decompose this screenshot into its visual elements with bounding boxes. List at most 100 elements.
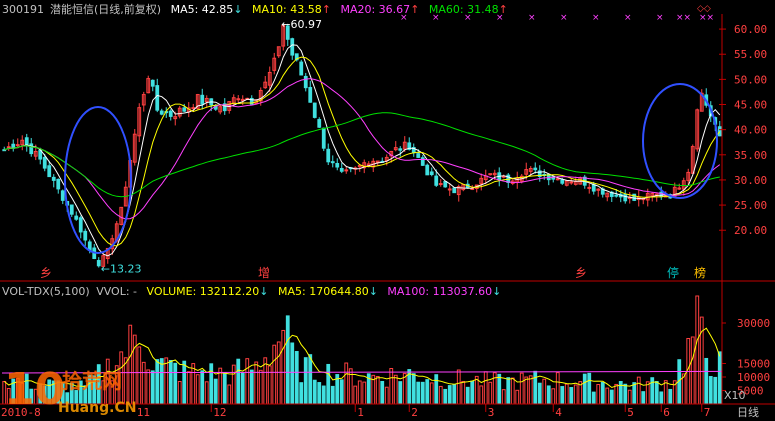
candle-body [452,187,457,194]
candle-body [659,191,664,198]
volume-bar [429,382,434,405]
volume-bar [380,380,385,405]
event-x-marker: × [592,13,600,23]
volume-bar [425,379,430,405]
candle-body [83,230,88,241]
volume-bar [528,375,533,405]
breakout-highlight-ellipse [642,83,718,199]
volume-bar [389,368,394,405]
candle-body [47,165,52,178]
volume-bar [582,373,587,405]
volume-bar [438,385,443,405]
volume-bar [177,381,182,405]
event-label: 榜 [694,265,706,280]
volume-bar [294,351,299,405]
volume-bar [159,358,164,405]
moving-averages [4,44,721,257]
volume-bar [569,387,574,405]
candle-body [344,169,349,172]
candle-body [74,215,79,220]
volume-bar [537,382,542,405]
volume-bar [227,384,232,405]
candle-body [168,110,173,117]
volume-bar [128,324,133,405]
period-label: 日线 [737,405,759,419]
volume-bar [317,382,322,405]
month-label: 3 [488,406,495,419]
volume-bar [254,361,259,405]
volume-bar [704,357,709,405]
month-label: 7 [704,406,711,419]
candle-body [96,260,101,267]
volume-bar [632,382,637,405]
candle-body [425,164,430,176]
volume-bar [681,373,686,405]
volume-tick-label: 15000 [737,358,770,371]
candle-body [317,119,322,128]
volume-bar [375,375,380,405]
volume-bar [249,369,254,405]
volume-bar [497,373,502,405]
price-tick-label: 55.00 [734,48,767,61]
candle-body [335,163,340,168]
price-candles [2,23,722,269]
volume-bar [200,370,205,405]
candle-body [191,107,196,110]
volume-bar [330,385,335,405]
volume-bar [384,386,389,405]
event-x-marker: ×× [699,13,714,23]
candle-body [51,176,56,181]
volume-bar [560,386,565,405]
candle-body [299,61,304,76]
volume-bar [353,385,358,405]
volume-tick-label: 10000 [737,371,770,384]
volume-bar [308,354,313,405]
event-label: 增 [258,266,270,280]
candle-body [312,102,317,118]
price-tick-label: 40.00 [734,124,767,137]
volume-bar [245,358,250,405]
volume-bar [591,391,596,405]
volume-bar [519,372,524,405]
volume-bar [501,389,506,405]
volume-bar [411,373,416,405]
candle-body [29,143,34,155]
volume-bar [146,369,151,405]
candle-body [200,94,205,105]
watermark-domain: Huang.CN [58,400,136,416]
candle-body [632,193,637,201]
volume-bar [510,377,515,405]
candle-body [587,186,592,189]
candle-body [303,75,308,89]
volume-bar [281,329,286,405]
price-tick-label: 25.00 [734,199,767,212]
candle-body [155,85,160,111]
candle-body [533,167,538,171]
price-tick-label: 20.00 [734,224,767,237]
watermark-digits: 10 [4,364,65,415]
volume-bar [416,381,421,405]
candle-body [326,148,331,163]
volume-bar [231,364,236,405]
volume-bar [434,374,439,405]
month-label: 5 [627,406,634,419]
candle-body [236,98,241,101]
volume-bar [357,380,362,405]
month-label: 11 [137,406,150,419]
candle-body [159,110,164,115]
volume-bar [663,380,668,405]
month-label: 12 [213,406,226,419]
volume-bar [137,346,142,405]
volume-bar [209,363,214,405]
candle-body [290,38,295,56]
volume-bar [447,385,452,405]
candle-body [339,168,344,172]
stock-chart[interactable]: 20.00 25.00 30.00 35.00 40.00 45.00 50.00 55.00… [0,0,775,421]
event-x-marker: × [560,13,568,23]
volume-bar [155,359,160,405]
volume-bar [303,357,308,405]
event-x-marker: × [496,13,504,23]
candle-body [420,157,425,166]
volume-bar [605,387,610,405]
volume-bar [339,379,344,405]
